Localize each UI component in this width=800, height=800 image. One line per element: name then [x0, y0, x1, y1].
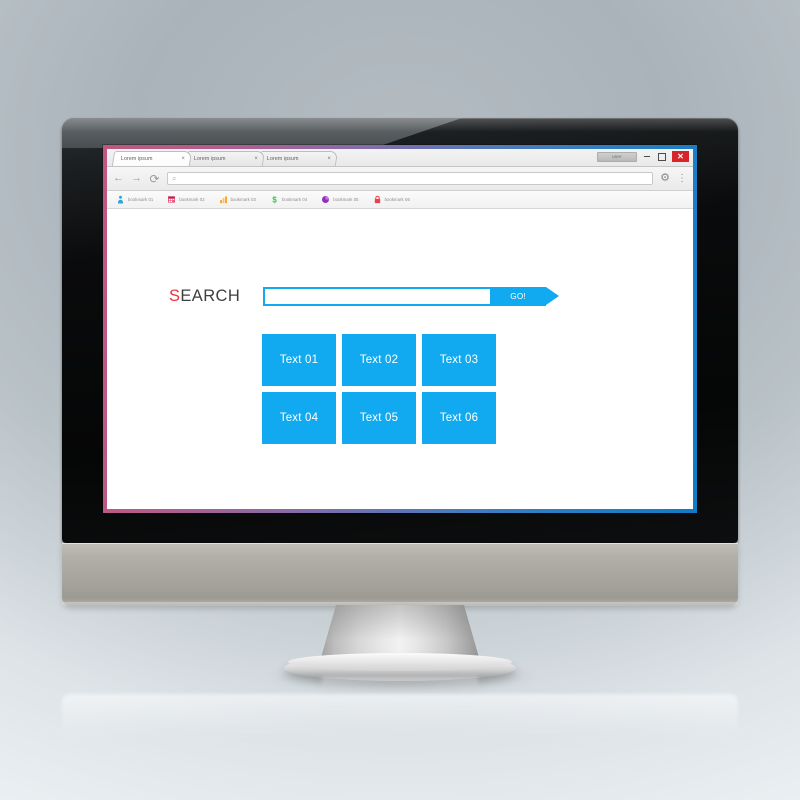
scene-background: Lorem ipsum × Lorem ipsum × Lorem ipsum — [0, 0, 800, 800]
search-heading: SEARCH — [169, 287, 240, 306]
bookmark-item-5[interactable]: bookmark 05 — [321, 195, 358, 204]
tile-text-06[interactable]: Text 06 — [422, 392, 496, 444]
tile-text-01[interactable]: Text 01 — [262, 334, 336, 386]
address-input[interactable] — [179, 174, 649, 183]
reload-icon[interactable]: ⟳ — [149, 173, 160, 185]
tile-text-05[interactable]: Text 05 — [342, 392, 416, 444]
svg-text:$: $ — [272, 196, 277, 204]
maximize-button[interactable] — [657, 152, 667, 161]
tab-label: Lorem ipsum — [266, 156, 299, 162]
tab-close-icon[interactable]: × — [254, 156, 258, 162]
search-section: SEARCH GO! — [169, 287, 560, 306]
bar-chart-icon — [219, 196, 227, 204]
bookmark-item-2[interactable]: bookmark 02 — [167, 195, 205, 204]
person-icon — [117, 195, 124, 204]
dollar-icon: $ — [272, 196, 277, 204]
browser-window-frame: Lorem ipsum × Lorem ipsum × Lorem ipsum — [103, 145, 697, 513]
kebab-menu-icon[interactable]: ⋮ — [677, 173, 687, 184]
bookmark-item-4[interactable]: $ bookmark 04 — [270, 195, 307, 204]
bookmark-label: bookmark 01 — [128, 197, 154, 202]
bookmark-label: bookmark 02 — [179, 197, 205, 202]
search-icon: ⌕ — [172, 173, 177, 183]
monitor-stand-foot-top — [288, 653, 512, 671]
close-window-button[interactable]: ✕ — [672, 151, 689, 162]
pie-chart-icon — [322, 196, 330, 203]
bookmark-label: bookmark 05 — [333, 197, 359, 202]
search-input[interactable] — [263, 287, 491, 306]
bookmarks-bar: bookmark 01 bookmark 02 bookmark 03 $ bo… — [107, 191, 693, 209]
monitor-base — [62, 543, 738, 606]
window-controls: user ✕ — [597, 151, 689, 162]
tab-label: Lorem ipsum — [120, 156, 153, 162]
go-button[interactable]: GO! — [490, 287, 560, 306]
minimize-button[interactable] — [642, 152, 652, 161]
forward-icon[interactable]: → — [131, 173, 142, 184]
bookmark-item-6[interactable]: bookmark 06 — [373, 195, 410, 204]
search-heading-rest: EARCH — [180, 287, 241, 305]
tab-close-icon[interactable]: × — [181, 156, 185, 162]
bookmark-label: bookmark 06 — [384, 197, 410, 202]
go-arrow-icon — [546, 287, 560, 305]
bookmark-item-3[interactable]: bookmark 03 — [219, 195, 256, 204]
address-bar[interactable]: ⌕ — [167, 172, 654, 185]
gear-icon[interactable]: ⚙ — [660, 173, 670, 184]
monitor: Lorem ipsum × Lorem ipsum × Lorem ipsum — [62, 118, 738, 543]
monitor-reflection — [62, 694, 738, 742]
page-content: SEARCH GO! Text 01 Text 02 Text 03 Text … — [107, 209, 693, 509]
browser-window: Lorem ipsum × Lorem ipsum × Lorem ipsum — [107, 149, 693, 509]
tab-strip: Lorem ipsum × Lorem ipsum × Lorem ipsum — [107, 149, 693, 167]
browser-toolbar: ← → ⟳ ⌕ ⚙ ⋮ — [107, 167, 693, 191]
bookmark-item-1[interactable]: bookmark 01 — [116, 195, 153, 204]
search-field-group: GO! — [263, 287, 560, 306]
padlock-icon — [374, 195, 380, 204]
go-button-label: GO! — [510, 292, 527, 301]
tile-text-02[interactable]: Text 02 — [342, 334, 416, 386]
bookmark-label: bookmark 03 — [230, 197, 256, 202]
tab-label: Lorem ipsum — [193, 156, 226, 162]
browser-tab-1[interactable]: Lorem ipsum × — [111, 151, 193, 166]
user-button[interactable]: user — [597, 151, 637, 162]
tile-grid: Text 01 Text 02 Text 03 Text 04 Text 05 … — [262, 334, 496, 444]
tile-text-04[interactable]: Text 04 — [262, 392, 336, 444]
browser-tab-3[interactable]: Lorem ipsum × — [257, 151, 339, 166]
calendar-icon — [168, 196, 176, 203]
browser-tab-2[interactable]: Lorem ipsum × — [184, 151, 266, 166]
bezel-sheen — [62, 118, 738, 132]
back-icon[interactable]: ← — [113, 173, 124, 184]
tile-text-03[interactable]: Text 03 — [422, 334, 496, 386]
bookmark-label: bookmark 04 — [281, 197, 308, 202]
tab-close-icon[interactable]: × — [327, 156, 331, 162]
search-heading-first-letter: S — [169, 287, 181, 305]
